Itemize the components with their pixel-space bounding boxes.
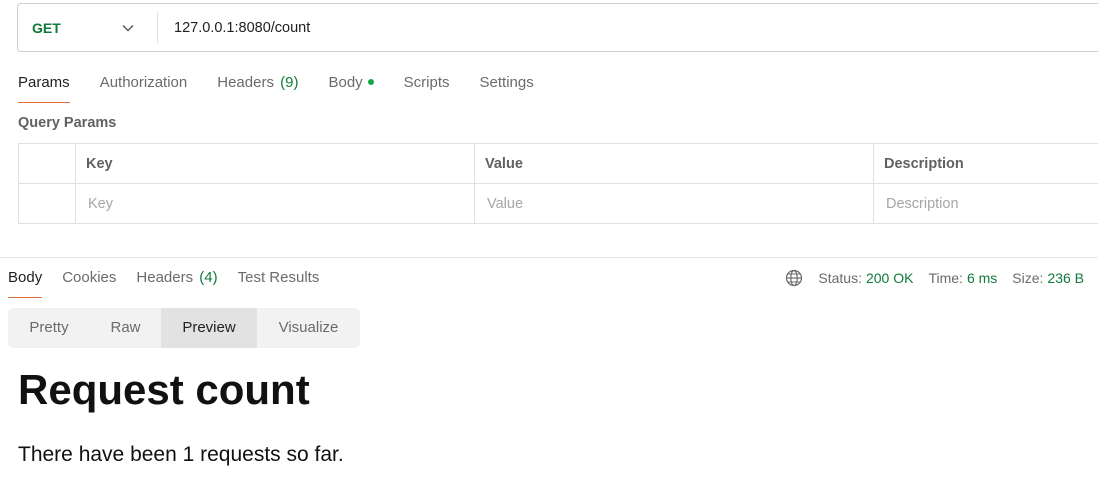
- view-preview-button[interactable]: Preview: [161, 308, 257, 348]
- tab-scripts[interactable]: Scripts: [404, 71, 450, 103]
- headers-count: (9): [280, 74, 299, 91]
- response-preview: Request count There have been 1 requests…: [18, 362, 344, 467]
- row-checkbox-cell: [18, 183, 76, 224]
- response-status-area: Status: 200 OK Time: 6 ms Size: 236 B: [785, 267, 1084, 289]
- key-input[interactable]: [86, 194, 468, 213]
- column-header-description: Description: [873, 143, 1098, 184]
- tab-label: Body: [8, 269, 43, 286]
- chevron-down-icon: [122, 25, 134, 32]
- tab-authorization[interactable]: Authorization: [100, 71, 188, 103]
- query-params-title: Query Params: [18, 115, 117, 131]
- tab-label: Scripts: [403, 74, 450, 91]
- response-tabs: Body Cookies Headers (4) Test Results: [8, 266, 339, 298]
- tab-label: Cookies: [62, 269, 117, 286]
- tab-test-results[interactable]: Test Results: [238, 266, 320, 298]
- key-cell: [75, 183, 475, 224]
- tab-cookies[interactable]: Cookies: [62, 266, 116, 298]
- tab-label: Test Results: [237, 269, 320, 286]
- size-label: Size:: [1012, 270, 1044, 286]
- time-value[interactable]: 6 ms: [967, 270, 997, 286]
- tab-headers[interactable]: Headers (9): [217, 71, 298, 103]
- pane-divider[interactable]: [0, 257, 1098, 258]
- checkbox-column-header: [18, 143, 76, 184]
- column-header-key: Key: [75, 143, 475, 184]
- tab-label: Body: [328, 74, 363, 91]
- status-value[interactable]: 200 OK: [866, 270, 913, 286]
- description-input[interactable]: [884, 194, 1098, 213]
- method-select[interactable]: GET: [18, 4, 157, 51]
- tab-label: Params: [18, 74, 70, 91]
- preview-text: There have been 1 requests so far.: [18, 443, 344, 466]
- status-label: Status:: [818, 270, 862, 286]
- table-header-row: Key Value Description: [18, 143, 1098, 184]
- query-params-table: Key Value Description: [18, 143, 1098, 224]
- tab-label: Headers: [136, 269, 194, 286]
- globe-icon[interactable]: [785, 269, 803, 287]
- time-label: Time:: [928, 270, 963, 286]
- value-input[interactable]: [485, 194, 867, 213]
- url-input[interactable]: [158, 3, 1098, 52]
- description-cell: [873, 183, 1098, 224]
- body-modified-dot: [367, 79, 374, 85]
- tab-settings[interactable]: Settings: [480, 71, 534, 103]
- tab-response-headers[interactable]: Headers (4): [136, 266, 217, 298]
- size-value[interactable]: 236 B: [1047, 270, 1084, 286]
- method-label: GET: [32, 19, 61, 36]
- request-tabs: Params Authorization Headers (9) Body Sc…: [18, 71, 564, 103]
- tab-body[interactable]: Body: [328, 71, 374, 103]
- request-url-bar: GET: [17, 3, 1098, 52]
- view-mode-selector: Pretty Raw Preview Visualize: [8, 308, 360, 348]
- view-pretty-button[interactable]: Pretty: [8, 308, 90, 348]
- table-row: [18, 183, 1098, 224]
- tab-label: Authorization: [99, 74, 188, 91]
- view-visualize-button[interactable]: Visualize: [257, 308, 360, 348]
- tab-label: Settings: [479, 74, 534, 91]
- response-headers-count: (4): [199, 269, 218, 286]
- view-raw-button[interactable]: Raw: [90, 308, 161, 348]
- tab-label: Headers: [217, 74, 274, 91]
- tab-params[interactable]: Params: [18, 71, 70, 103]
- preview-heading: Request count: [18, 366, 310, 413]
- tab-response-body[interactable]: Body: [8, 266, 43, 298]
- value-cell: [474, 183, 874, 224]
- column-header-value: Value: [474, 143, 874, 184]
